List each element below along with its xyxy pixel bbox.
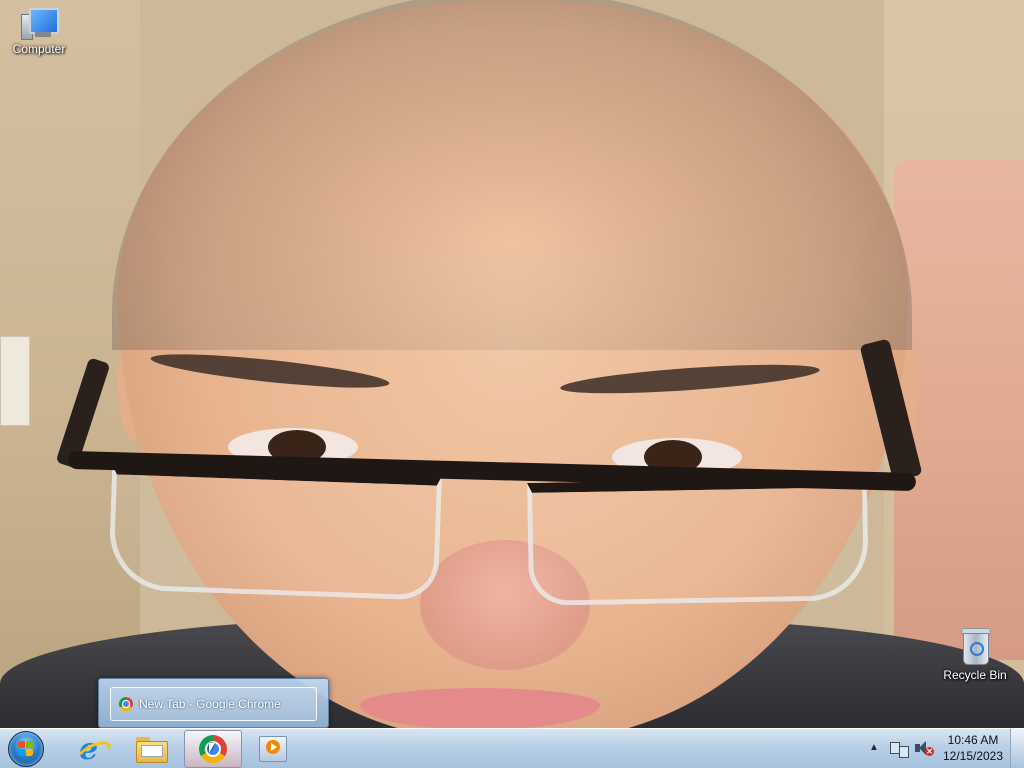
system-clock[interactable]: 10:46 AM 12/15/2023: [938, 732, 1008, 764]
clock-time: 10:46 AM: [947, 733, 999, 747]
windows-logo-icon: [18, 741, 34, 757]
taskbar: e ▲ ✕ 10:46 AM 12/15/2023: [0, 728, 1024, 768]
internet-explorer-icon: e: [74, 734, 114, 767]
desktop-icon-label: Recycle Bin: [943, 668, 1007, 682]
folder-page-shape: [141, 745, 163, 757]
mouse-cursor-icon: [209, 743, 215, 753]
taskbar-thumbnail-popup: New Tab - Google Chrome: [98, 678, 329, 728]
desktop-icon-label: Computer: [12, 42, 66, 56]
show-hidden-icons-chevron-icon[interactable]: ▲: [868, 741, 880, 755]
wallpaper-lips: [360, 688, 600, 728]
chrome-icon: [119, 697, 133, 711]
logo-pane-yellow: [26, 749, 33, 756]
media-player-icon: [259, 736, 287, 762]
play-icon: [266, 740, 280, 754]
wallpaper-scalp: [112, 0, 912, 350]
computer-screen-shape: [29, 8, 59, 34]
taskbar-button-windows-media-player[interactable]: [244, 730, 302, 768]
wallpaper-light-switch: [0, 336, 30, 426]
folder-icon: [136, 737, 168, 763]
start-button[interactable]: [5, 730, 47, 768]
clock-date: 12/15/2023: [942, 749, 1004, 763]
volume-muted-icon[interactable]: ✕: [914, 740, 934, 758]
mute-badge-icon: ✕: [925, 747, 934, 756]
desktop[interactable]: Computer Recycle Bin New Tab - Google Ch…: [0, 0, 1024, 728]
taskbar-button-google-chrome[interactable]: [184, 730, 242, 768]
network-monitor-shape: [899, 746, 909, 758]
thumbnail-window-title: New Tab - Google Chrome: [139, 697, 281, 711]
logo-pane-blue: [18, 749, 25, 756]
show-desktop-button[interactable]: [1010, 729, 1024, 768]
wallpaper-glasses-lens-right: [526, 477, 870, 606]
network-icon[interactable]: [890, 740, 909, 758]
windows-start-orb-icon: [8, 731, 44, 767]
taskbar-button-internet-explorer[interactable]: e: [62, 730, 120, 768]
wallpaper-glasses-lens-left: [107, 464, 443, 601]
logo-pane-red: [18, 741, 25, 748]
computer-icon: [21, 8, 59, 40]
desktop-icon-recycle-bin[interactable]: Recycle Bin: [938, 628, 1012, 682]
logo-pane-green: [26, 741, 33, 748]
desktop-icon-computer[interactable]: Computer: [2, 8, 76, 56]
taskbar-button-windows-explorer[interactable]: [122, 730, 180, 768]
computer-stand-shape: [35, 32, 51, 37]
recycle-bin-icon: [959, 628, 991, 665]
thumbnail-window-item[interactable]: New Tab - Google Chrome: [110, 687, 317, 721]
recycle-logo-shape: [970, 642, 984, 656]
